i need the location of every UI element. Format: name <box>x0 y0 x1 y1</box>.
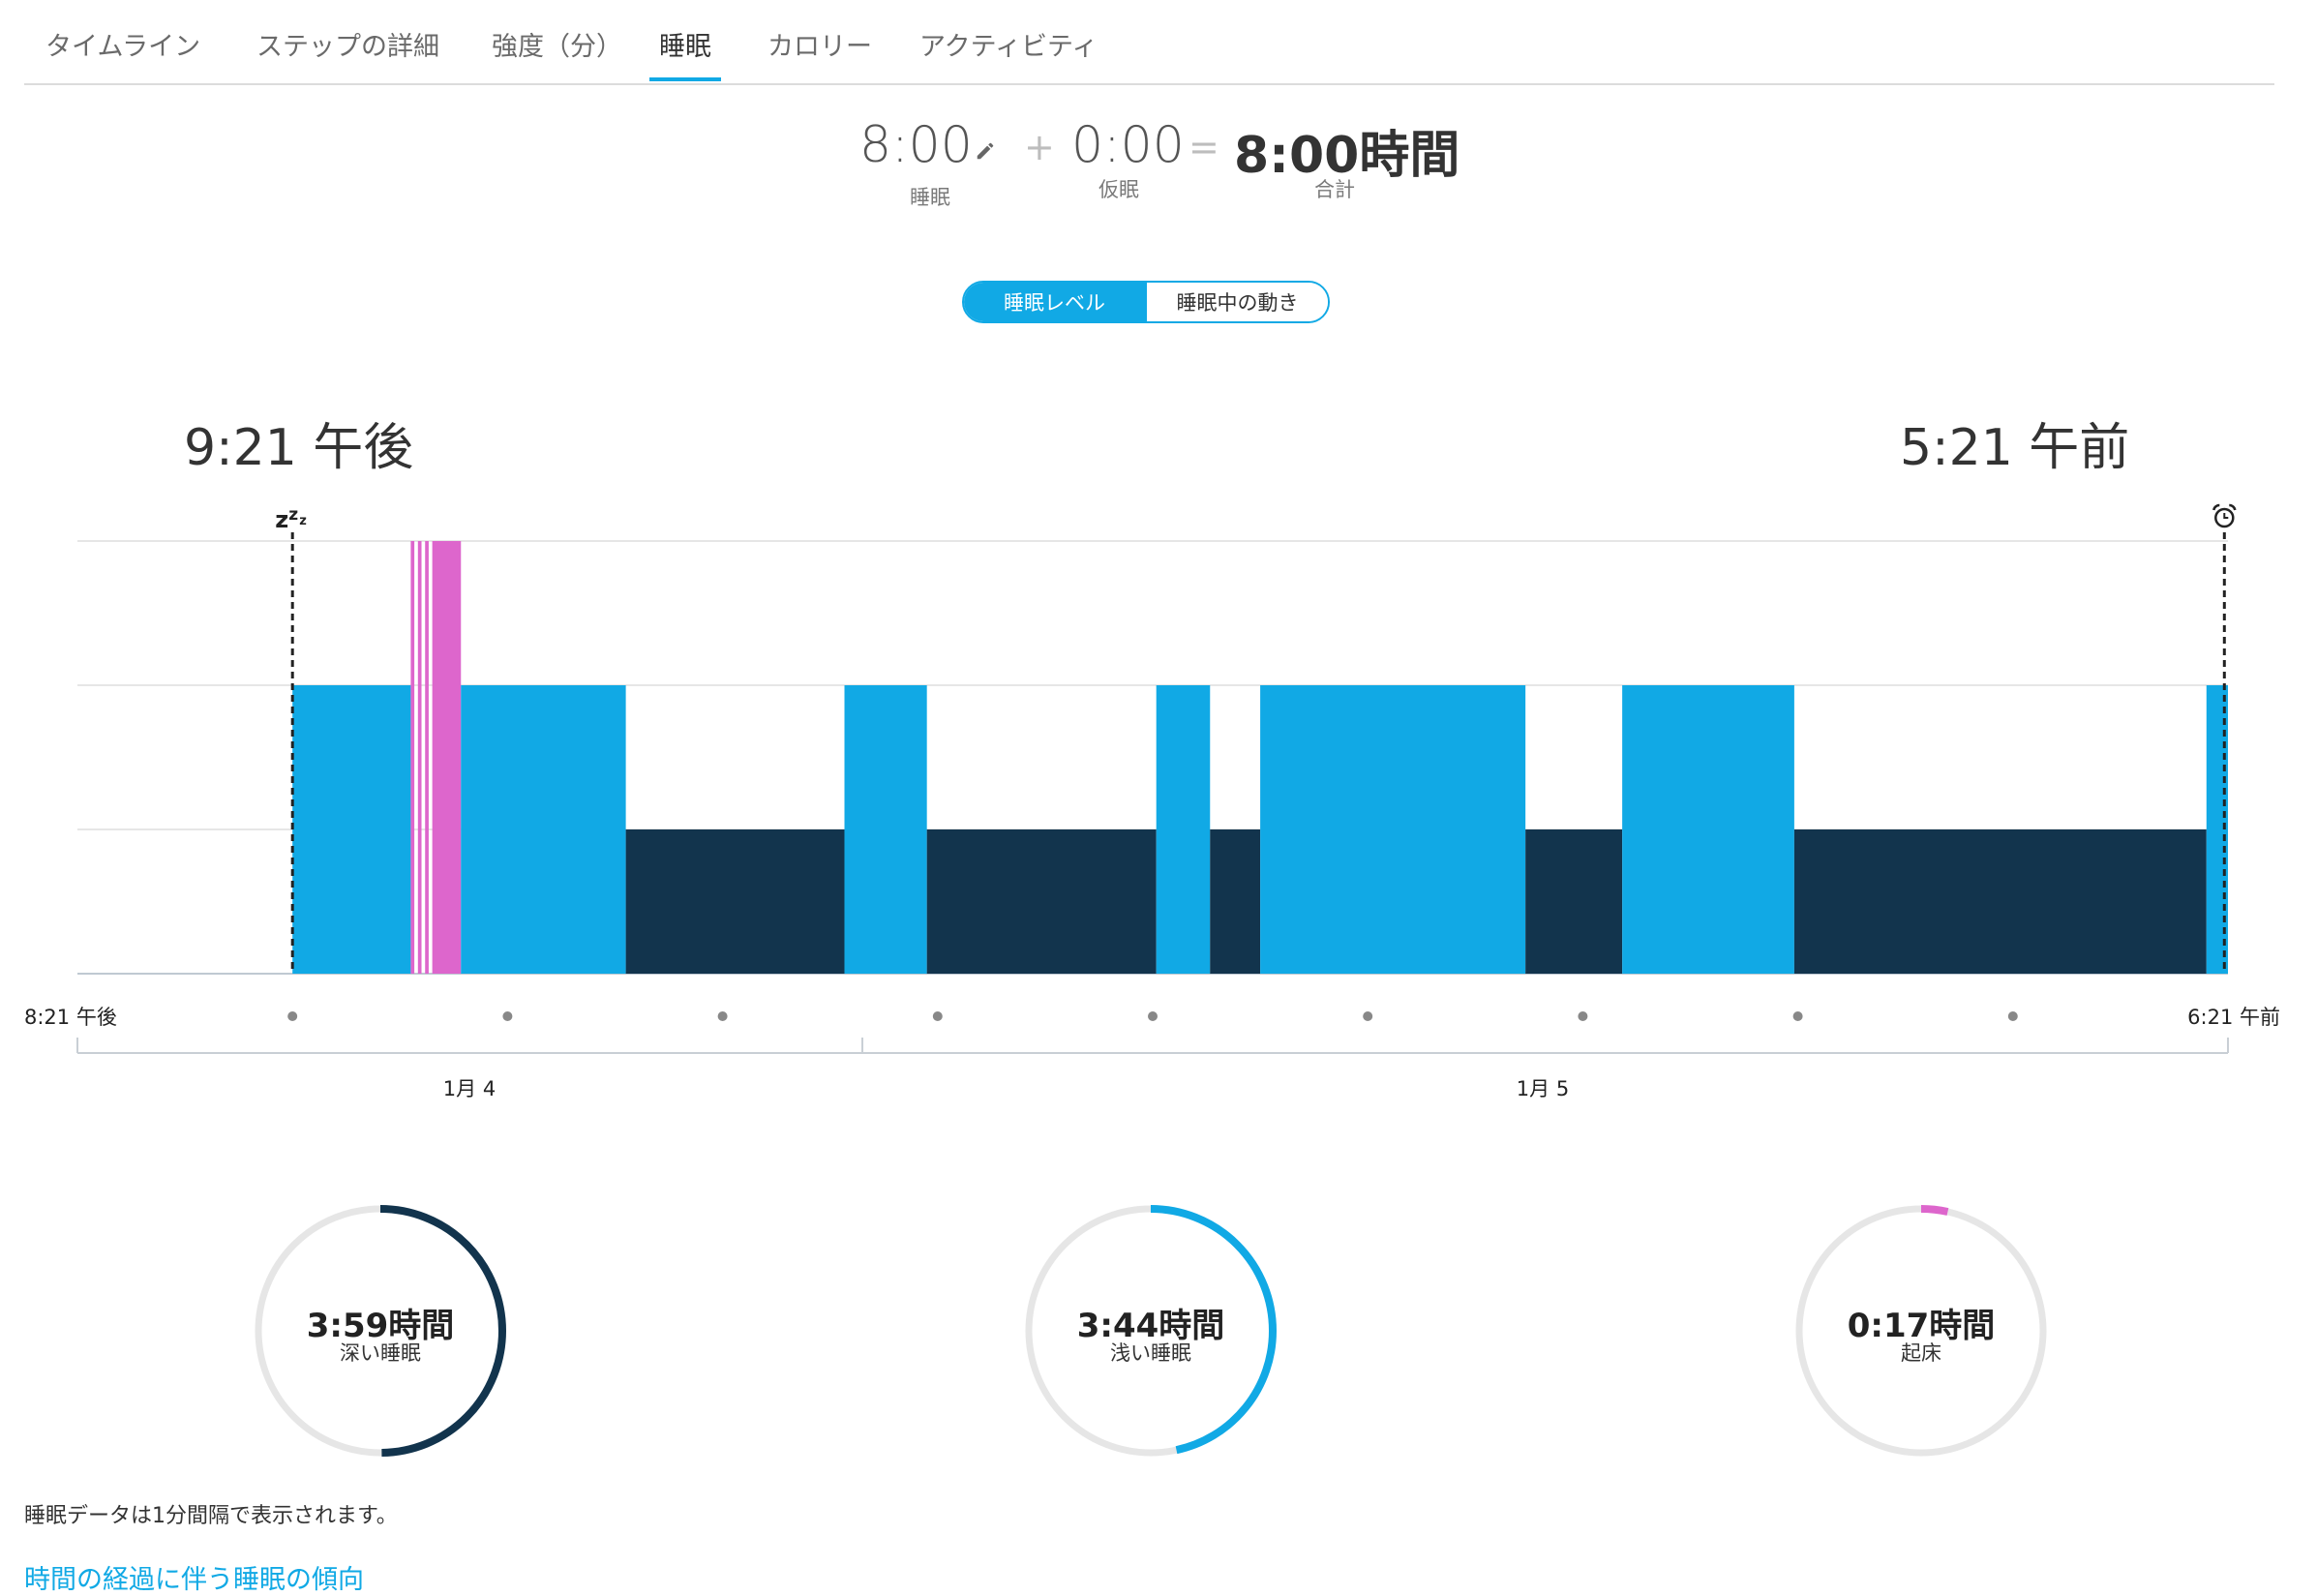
view-toggle: 睡眠レベル 睡眠中の動き <box>962 281 1330 323</box>
nap-label: 仮眠 <box>1098 178 1139 201</box>
date-label: 1月 4 <box>443 1077 496 1100</box>
svg-text:z: z <box>275 506 288 533</box>
hour-tick <box>502 1011 513 1021</box>
sleep-segment-light <box>461 685 626 974</box>
deep-sleep-label: 深い睡眠 <box>340 1341 421 1365</box>
hour-tick <box>1363 1011 1373 1021</box>
tab-calories[interactable]: カロリー <box>758 27 882 79</box>
tab-timeline[interactable]: タイムライン <box>36 27 210 79</box>
chart-axis: 8:21 午後 6:21 午前 1月 4 1月 5 <box>24 1006 2280 1100</box>
sleep-segment-deep <box>625 829 845 974</box>
sleep-zzz-icon: z z z <box>275 505 307 533</box>
sleep-segment-light <box>844 685 927 974</box>
hour-tick <box>717 1011 728 1021</box>
sleep-segment-awake <box>432 541 462 974</box>
sleep-start-time: 9:21 午後 <box>184 419 414 477</box>
alarm-clock-icon <box>2212 503 2237 528</box>
sleep-label: 睡眠 <box>910 186 950 209</box>
light-sleep-label: 浅い睡眠 <box>1110 1341 1191 1365</box>
equals-sign: = <box>1189 126 1219 168</box>
sleep-segment-awake <box>410 541 415 974</box>
awake-donut: 0:17時間 起床 <box>1790 1200 2052 1461</box>
sleep-segment-deep <box>926 829 1157 974</box>
sleep-totals: 8:00 睡眠 + 0:00 仮眠 = 8:00時間 合計 <box>0 106 2317 213</box>
tab-activity[interactable]: アクティビティ <box>910 27 1107 79</box>
data-interval-note: 睡眠データは1分間隔で表示されます。 <box>24 1504 398 1528</box>
svg-text:z: z <box>299 514 307 528</box>
hour-tick <box>287 1011 298 1021</box>
tab-step-details[interactable]: ステップの詳細 <box>247 27 449 79</box>
sleep-segment-deep <box>1210 829 1261 974</box>
hour-tick <box>1148 1011 1158 1021</box>
sleep-stage-chart: z z z 8:21 午後 6:21 午前 1月 4 1月 5 <box>24 503 2280 1100</box>
sleep-segment-light <box>1156 685 1211 974</box>
sleep-segment-deep <box>1793 829 2207 974</box>
wake-time: 5:21 午前 <box>1900 419 2130 477</box>
deep-sleep-donut: 3:59時間 深い睡眠 <box>250 1200 511 1461</box>
hour-tick <box>1792 1011 1803 1021</box>
total-label: 合計 <box>1314 178 1355 201</box>
x-start-label: 8:21 午後 <box>24 1006 117 1029</box>
sleep-segment-deep <box>1525 829 1623 974</box>
nap-value: 0:00 <box>1071 116 1185 174</box>
awake-label: 起床 <box>1901 1341 1941 1365</box>
tab-bar: タイムライン ステップの詳細 強度（分） 睡眠 カロリー アクティビティ <box>24 0 2274 85</box>
x-end-label: 6:21 午前 <box>2187 1006 2280 1029</box>
chart-bars <box>292 541 2228 974</box>
hour-tick <box>1578 1011 1588 1021</box>
sleep-value: 8:00 <box>859 116 973 174</box>
sleep-movement-toggle[interactable]: 睡眠中の動き <box>1145 283 1328 321</box>
sleep-trend-link[interactable]: 時間の経過に伴う睡眠の傾向 <box>24 1558 364 1596</box>
light-sleep-donut: 3:44時間 浅い睡眠 <box>1020 1200 1281 1461</box>
tab-intensity[interactable]: 強度（分） <box>482 27 632 79</box>
hour-tick <box>932 1011 943 1021</box>
plus-sign: + <box>1024 126 1055 168</box>
hour-tick <box>2007 1011 2018 1021</box>
date-label: 1月 5 <box>1517 1077 1569 1100</box>
sleep-segment-awake <box>417 541 422 974</box>
edit-pencil-icon[interactable] <box>975 140 996 162</box>
sleep-segment-light <box>292 685 411 974</box>
tab-sleep[interactable]: 睡眠 <box>649 27 721 81</box>
svg-text:z: z <box>288 505 298 525</box>
sleep-segment-awake <box>425 541 429 974</box>
sleep-levels-toggle[interactable]: 睡眠レベル <box>964 283 1145 321</box>
sleep-segment-light <box>1622 685 1794 974</box>
sleep-segment-light <box>1260 685 1526 974</box>
